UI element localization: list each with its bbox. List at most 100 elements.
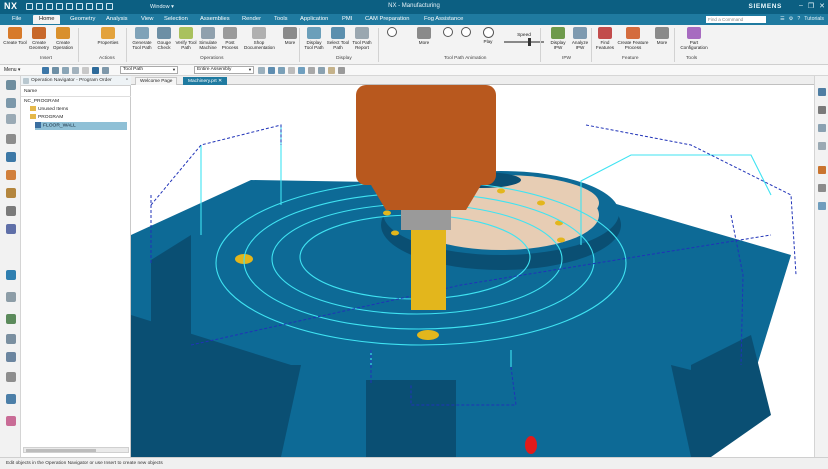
tab-machinery-part[interactable]: Machinery.prt ✕ xyxy=(183,77,228,85)
scrollbar-thumb[interactable] xyxy=(26,449,96,452)
simulate-machine-button[interactable]: Simulate Machine xyxy=(196,27,220,50)
minimize-button[interactable]: – xyxy=(799,2,803,10)
create-operation-button[interactable]: Create Operation xyxy=(51,27,75,50)
visualization-icon[interactable] xyxy=(6,394,16,404)
close-button[interactable]: ✕ xyxy=(819,2,825,10)
operation-navigator-icon[interactable] xyxy=(6,152,16,162)
tab-view[interactable]: View xyxy=(141,16,153,22)
snap-icon[interactable] xyxy=(62,67,69,74)
wireframe-icon[interactable] xyxy=(818,184,826,192)
part-navigator-icon[interactable] xyxy=(6,98,16,108)
more-display-button[interactable]: More xyxy=(412,27,436,45)
deselect-icon[interactable] xyxy=(72,67,79,74)
tab-fog-assistance[interactable]: Fog Assistance xyxy=(424,16,463,22)
filter-icon[interactable] xyxy=(52,67,59,74)
restore-button[interactable]: ❐ xyxy=(808,2,814,10)
tab-tools[interactable]: Tools xyxy=(274,16,288,22)
type-filter-select[interactable]: Tool Path ▼ xyxy=(120,66,178,74)
shop-documentation-button[interactable]: Shop Documentation xyxy=(244,27,275,50)
assistant-icon[interactable] xyxy=(6,416,16,426)
tool-library-icon[interactable] xyxy=(6,352,16,362)
history-icon[interactable] xyxy=(6,206,16,216)
step-forward-button[interactable] xyxy=(458,27,474,38)
tool-path-report-button[interactable]: Tool Path Report xyxy=(350,27,374,50)
generate-tool-path-button[interactable]: Generate Tool Path xyxy=(130,27,154,50)
rotate-icon[interactable] xyxy=(278,67,285,74)
tree-row[interactable]: Unused Items xyxy=(30,106,68,114)
properties-button[interactable]: Properties xyxy=(96,27,120,45)
fit-icon[interactable] xyxy=(818,106,826,114)
assembly-navigator-icon[interactable] xyxy=(6,114,16,124)
analyze-ipw-button[interactable]: Analyze IPW xyxy=(568,27,592,50)
tab-pmi[interactable]: PMI xyxy=(342,16,352,22)
part-configuration-button[interactable]: Part Configuration xyxy=(678,27,710,50)
body-icon[interactable] xyxy=(318,67,325,74)
select-tool-path-button[interactable]: Select Tool Path xyxy=(326,27,350,50)
tab-selection[interactable]: Selection xyxy=(164,16,188,22)
feature-navigator-icon[interactable] xyxy=(6,188,16,198)
play-button[interactable]: Play xyxy=(476,27,500,44)
display-tool-path-button[interactable]: Display Tool Path xyxy=(302,27,326,50)
shaded-icon[interactable] xyxy=(818,166,826,174)
view-icon[interactable] xyxy=(258,67,265,74)
menu-button[interactable]: Menu ▾ xyxy=(4,67,20,73)
gouge-check-button[interactable]: Gouge Check xyxy=(152,27,176,50)
tree-row[interactable]: PROGRAM xyxy=(30,114,63,122)
more-feature-button[interactable]: More xyxy=(650,27,674,45)
speed-slider[interactable]: Speed xyxy=(504,33,544,46)
feature-icon[interactable] xyxy=(328,67,335,74)
menu-icon[interactable]: ☰ xyxy=(780,16,785,22)
point-icon[interactable] xyxy=(288,67,295,74)
resource-settings-icon[interactable] xyxy=(6,80,16,90)
speed-knob[interactable] xyxy=(528,38,531,46)
select-icon[interactable] xyxy=(42,67,49,74)
cam-library-icon[interactable] xyxy=(6,334,16,344)
create-tool-button[interactable]: Create Tool xyxy=(3,27,27,45)
find-command-input[interactable]: Find a Command xyxy=(706,16,766,23)
animation-settings-button[interactable] xyxy=(384,27,400,38)
horizontal-scrollbar[interactable] xyxy=(23,447,129,453)
tab-cam-preparation[interactable]: CAM Preparation xyxy=(365,16,409,22)
process-studio-icon[interactable] xyxy=(6,292,16,302)
help-icon[interactable]: ? xyxy=(797,16,800,22)
face-icon[interactable] xyxy=(308,67,315,74)
tutorials-link[interactable]: Tutorials xyxy=(804,16,824,22)
column-header-name[interactable]: Name xyxy=(21,88,131,97)
tab-welcome-page[interactable]: Welcome Page xyxy=(135,77,178,85)
tab-assemblies[interactable]: Assemblies xyxy=(200,16,230,22)
rotate-view-icon[interactable] xyxy=(818,142,826,150)
tab-file[interactable]: File xyxy=(12,16,21,22)
find-features-button[interactable]: Find Features xyxy=(593,27,617,50)
settings-icon[interactable]: ⚙ xyxy=(789,16,794,22)
roles-icon[interactable] xyxy=(6,314,16,324)
tab-render[interactable]: Render xyxy=(242,16,261,22)
curve-icon[interactable] xyxy=(298,67,305,74)
tab-analysis[interactable]: Analysis xyxy=(106,16,128,22)
close-icon[interactable]: ▫ xyxy=(126,77,128,83)
post-process-button[interactable]: Post Process xyxy=(218,27,242,50)
reuse-library-icon[interactable] xyxy=(6,134,16,144)
zoom-icon[interactable] xyxy=(818,124,826,132)
system-materials-icon[interactable] xyxy=(6,270,16,280)
display-ipw-button[interactable]: Display IPW xyxy=(546,27,570,50)
tree-row[interactable]: NC_PROGRAM xyxy=(24,98,59,106)
tab-home[interactable]: Home xyxy=(33,15,61,24)
tab-geometry[interactable]: Geometry xyxy=(70,16,95,22)
web-browser-icon[interactable] xyxy=(6,224,16,234)
section-icon[interactable] xyxy=(818,202,826,210)
create-feature-process-button[interactable]: Create Feature Process xyxy=(617,27,649,50)
create-geometry-button[interactable]: Create Geometry xyxy=(27,27,51,50)
scope-select[interactable]: Entire Assembly ▼ xyxy=(194,66,254,74)
graphics-viewport[interactable] xyxy=(131,85,814,457)
palettes-icon[interactable] xyxy=(6,372,16,382)
view-cube-icon[interactable] xyxy=(818,88,826,96)
tree-row-selected[interactable]: FLOOR_WALL xyxy=(35,122,127,130)
tab-application[interactable]: Application xyxy=(300,16,328,22)
select-mode-icon[interactable] xyxy=(92,67,99,74)
step-back-button[interactable] xyxy=(440,27,456,38)
verify-tool-path-button[interactable]: Verify Tool Path xyxy=(174,27,198,50)
orient-icon[interactable] xyxy=(268,67,275,74)
lasso-icon[interactable] xyxy=(102,67,109,74)
component-icon[interactable] xyxy=(338,67,345,74)
machine-tool-navigator-icon[interactable] xyxy=(6,170,16,180)
